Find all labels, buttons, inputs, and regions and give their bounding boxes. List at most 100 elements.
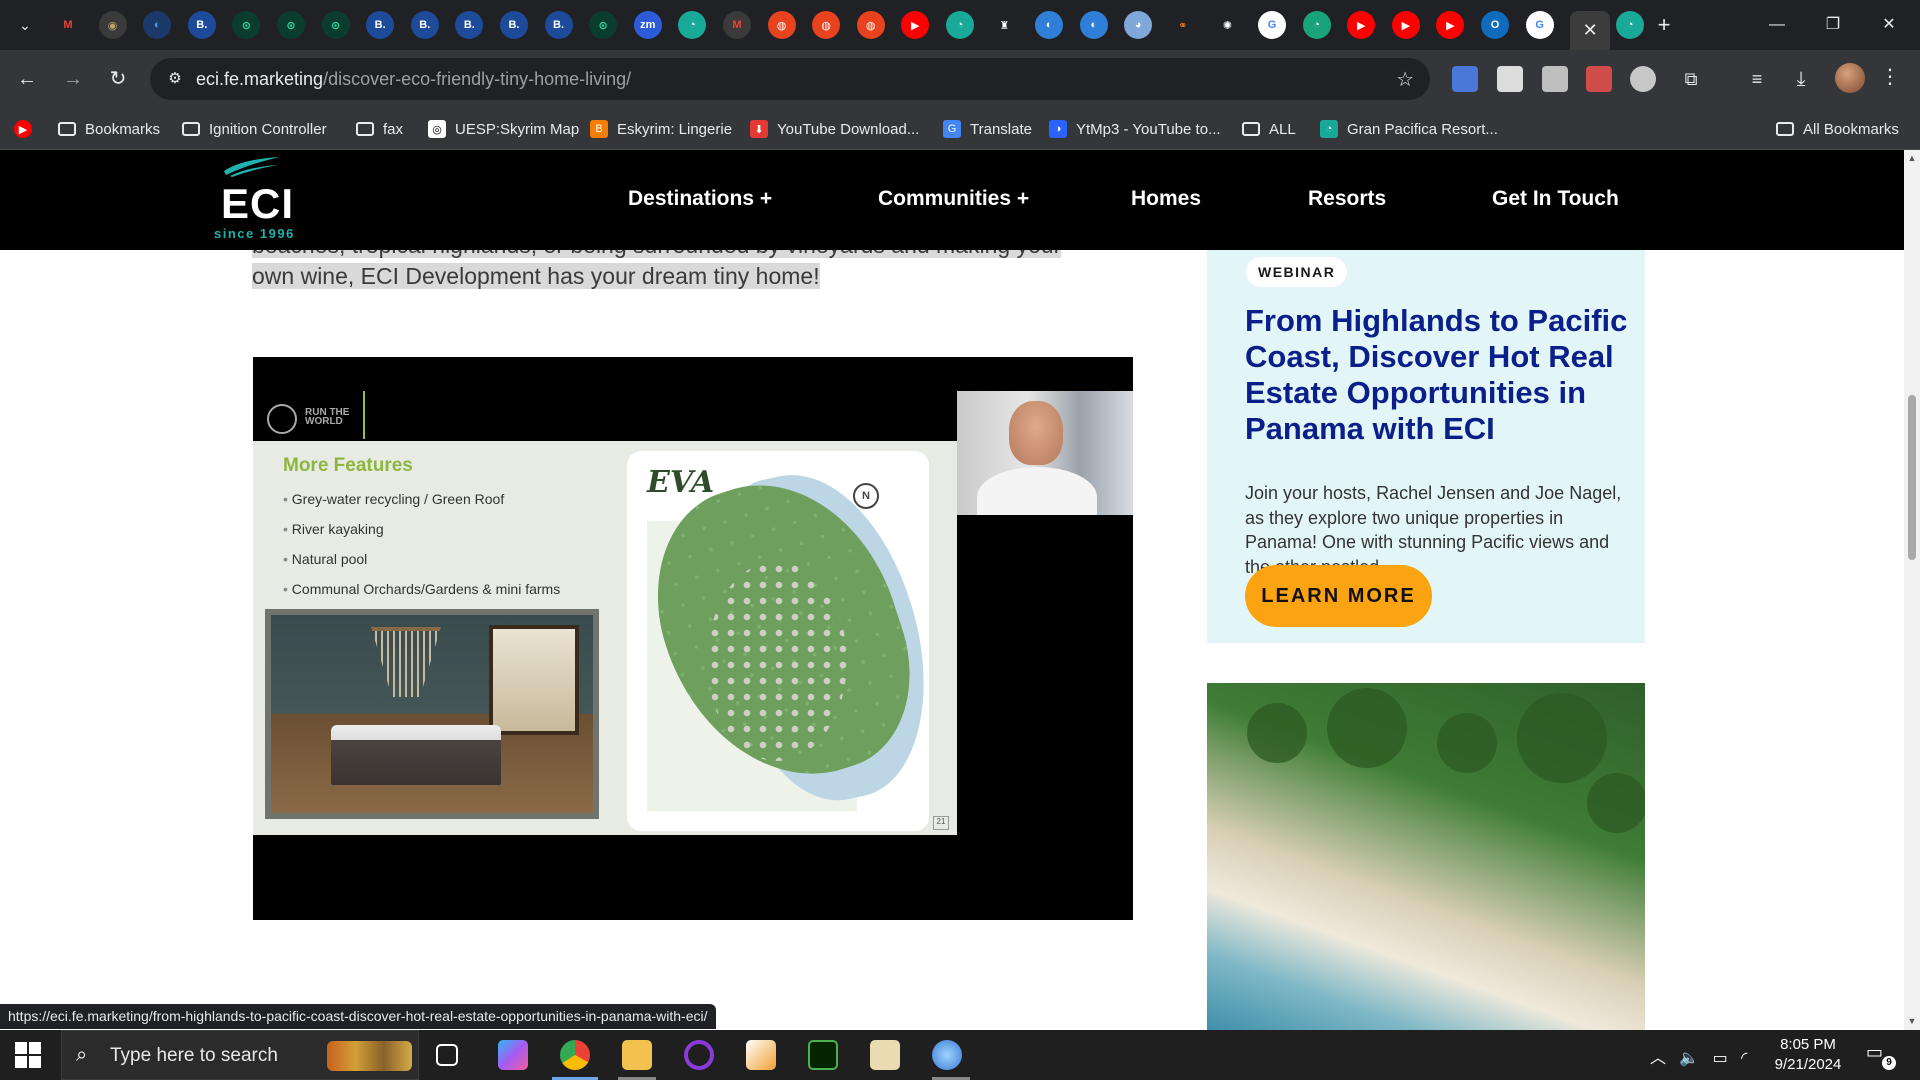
new-tab-button[interactable]: + bbox=[1650, 11, 1678, 39]
webinar-video-player[interactable]: RUN THE WORLD More Features Grey-water r… bbox=[253, 357, 1133, 920]
booking-icon[interactable]: B. bbox=[544, 11, 573, 39]
youtube-icon[interactable]: ▶ bbox=[1436, 11, 1465, 39]
file-explorer-icon[interactable] bbox=[622, 1040, 652, 1070]
booking-icon[interactable]: B. bbox=[455, 11, 484, 39]
all-bookmarks[interactable]: All Bookmarks bbox=[1776, 118, 1899, 140]
google-icon[interactable]: G bbox=[1525, 11, 1554, 39]
globe-tab-icon[interactable]: ◐ bbox=[143, 11, 172, 39]
taskbar-clock[interactable]: 8:05 PM 9/21/2024 bbox=[1768, 1035, 1848, 1075]
booking-icon[interactable]: B. bbox=[499, 11, 528, 39]
tripadvisor-icon[interactable]: ⊙ bbox=[321, 11, 350, 39]
active-tab[interactable]: ✕ bbox=[1570, 11, 1611, 50]
shield-seal-icon[interactable]: ◉ bbox=[98, 11, 127, 39]
taskbar-search[interactable]: ⌕ Type here to search bbox=[61, 1030, 419, 1080]
search-highlight-icon[interactable] bbox=[327, 1041, 412, 1071]
reader-extension-icon[interactable] bbox=[1497, 66, 1523, 92]
nav-homes[interactable]: Homes bbox=[1131, 187, 1201, 211]
battery-icon[interactable]: ▭ bbox=[1713, 1050, 1728, 1067]
dreamweaver-icon[interactable] bbox=[808, 1040, 838, 1070]
teal-tab-icon[interactable]: ◔ bbox=[678, 11, 707, 39]
nav-communities[interactable]: Communities + bbox=[878, 187, 1029, 211]
sketch-app-icon[interactable] bbox=[746, 1040, 776, 1070]
red-app-icon[interactable]: ◍ bbox=[767, 11, 796, 39]
bookmark-item[interactable]: ◔ Gran Pacifica Resort... bbox=[1320, 118, 1498, 140]
gmail-icon[interactable]: M bbox=[722, 11, 751, 39]
scrollbar-thumb[interactable] bbox=[1908, 395, 1916, 560]
globe-tab-icon[interactable]: ◐ bbox=[1035, 11, 1064, 39]
menu-kebab-icon[interactable]: ⋮ bbox=[1880, 64, 1900, 89]
restore-icon[interactable]: ❐ bbox=[1810, 10, 1856, 40]
page-scrollbar[interactable]: ▲ ▼ bbox=[1904, 150, 1920, 1030]
youtube-icon[interactable]: ▶ bbox=[1391, 11, 1420, 39]
eci-logo[interactable]: ECI since 1996 bbox=[210, 152, 310, 247]
bookmark-item[interactable]: Bookmarks bbox=[58, 118, 160, 140]
google-icon[interactable]: G bbox=[1258, 11, 1287, 39]
chevron-up-icon[interactable]: ︿ bbox=[1650, 1050, 1666, 1067]
scroll-up-icon[interactable]: ▲ bbox=[1907, 153, 1917, 163]
chat-bubble-icon[interactable]: ◕ bbox=[1124, 11, 1153, 39]
youtube-icon[interactable]: ▶ bbox=[1347, 11, 1376, 39]
link-icon[interactable]: ⚭ bbox=[1169, 11, 1197, 39]
webinar-title[interactable]: From Highlands to Pacific Coast, Discove… bbox=[1245, 303, 1635, 447]
red-app-icon[interactable]: ◍ bbox=[856, 11, 885, 39]
bookmark-item[interactable]: ◎ UESP:Skyrim Map bbox=[428, 118, 579, 140]
profile-avatar[interactable] bbox=[1835, 63, 1865, 93]
paint-icon[interactable] bbox=[932, 1040, 962, 1070]
outlook-icon[interactable]: O bbox=[1481, 11, 1509, 39]
tab-search-chevron-icon[interactable]: ⌄ bbox=[14, 14, 36, 36]
booking-icon[interactable]: B. bbox=[187, 11, 216, 39]
learn-more-button[interactable]: LEARN MORE bbox=[1245, 565, 1432, 627]
print-extension-icon[interactable] bbox=[1542, 66, 1568, 92]
close-window-icon[interactable]: ✕ bbox=[1866, 10, 1912, 40]
cortana-icon[interactable] bbox=[684, 1040, 714, 1070]
chrome-icon[interactable] bbox=[560, 1040, 590, 1070]
windows-start-icon[interactable] bbox=[15, 1042, 41, 1068]
media-controls-icon[interactable]: ≡ bbox=[1742, 64, 1772, 94]
tripadvisor-icon[interactable]: ⊙ bbox=[276, 11, 305, 39]
extensions-puzzle-icon[interactable]: ⧉ bbox=[1676, 64, 1706, 94]
bookmark-item[interactable]: B Eskyrim: Lingerie bbox=[590, 118, 732, 140]
task-view-icon[interactable] bbox=[436, 1044, 458, 1066]
green-chat-icon[interactable]: ◔ bbox=[1302, 11, 1331, 39]
bookmark-item[interactable]: ◑ YtMp3 - YouTube to... bbox=[1049, 118, 1221, 140]
booking-icon[interactable]: B. bbox=[366, 11, 395, 39]
notification-center-icon[interactable]: ▭ 9 bbox=[1866, 1042, 1896, 1070]
nav-get-in-touch[interactable]: Get In Touch bbox=[1492, 187, 1619, 211]
forward-icon[interactable]: → bbox=[58, 64, 88, 94]
download-icon[interactable]: ⤓ bbox=[1786, 64, 1816, 94]
minimize-icon[interactable]: — bbox=[1754, 10, 1800, 40]
site-info-icon[interactable]: ⚙ bbox=[164, 68, 186, 90]
system-tray[interactable]: ︿ 🔈 ▭ ◜ bbox=[1650, 1044, 1747, 1068]
bookmark-item[interactable]: fax bbox=[356, 118, 403, 140]
wifi-icon[interactable]: ◜ bbox=[1741, 1050, 1747, 1067]
teal-tab-icon[interactable]: ◔ bbox=[1616, 11, 1645, 39]
close-tab-icon[interactable]: ✕ bbox=[1583, 20, 1598, 41]
notepad-icon[interactable] bbox=[870, 1040, 900, 1070]
bookmark-star-icon[interactable]: ☆ bbox=[1396, 67, 1414, 92]
zoom-icon[interactable]: zm bbox=[633, 11, 662, 39]
bookmark-item[interactable]: ALL bbox=[1242, 118, 1296, 140]
tripadvisor-icon[interactable]: ⊙ bbox=[232, 11, 261, 39]
bookmark-item[interactable]: ⬇ YouTube Download... bbox=[750, 118, 919, 140]
beach-aerial-photo[interactable] bbox=[1207, 683, 1645, 1030]
pdf-extension-icon[interactable] bbox=[1586, 66, 1612, 92]
youtube-icon[interactable]: ▶ bbox=[901, 11, 930, 39]
openai-icon[interactable]: ✺ bbox=[1213, 11, 1242, 39]
globe-tab-icon[interactable]: ◐ bbox=[1079, 11, 1108, 39]
tripadvisor-icon[interactable]: ⊙ bbox=[589, 11, 618, 39]
reload-icon[interactable]: ↻ bbox=[103, 64, 133, 94]
castle-icon[interactable]: ♜ bbox=[990, 11, 1019, 39]
translate-extension-icon[interactable] bbox=[1452, 66, 1478, 92]
youtube-bookmark[interactable]: ▶ bbox=[14, 118, 41, 140]
booking-icon[interactable]: B. bbox=[410, 11, 439, 39]
nav-destinations[interactable]: Destinations + bbox=[628, 187, 772, 211]
nav-resorts[interactable]: Resorts bbox=[1308, 187, 1386, 211]
teal-tab-icon[interactable]: ◔ bbox=[945, 11, 974, 39]
owl-extension-icon[interactable] bbox=[1630, 66, 1656, 92]
scroll-down-icon[interactable]: ▼ bbox=[1907, 1016, 1917, 1026]
bookmark-item[interactable]: G Translate bbox=[943, 118, 1032, 140]
volume-icon[interactable]: 🔈 bbox=[1679, 1050, 1699, 1067]
back-icon[interactable]: ← bbox=[12, 64, 42, 94]
gmail-icon[interactable]: M bbox=[54, 11, 82, 39]
red-app-icon[interactable]: ◍ bbox=[812, 11, 841, 39]
